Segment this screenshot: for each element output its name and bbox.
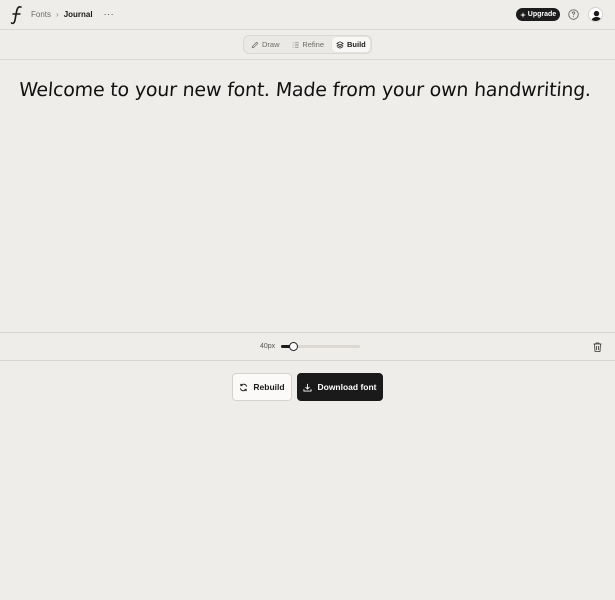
tab-draw-label: Draw: [262, 40, 280, 49]
rebuild-label: Rebuild: [253, 382, 285, 392]
top-bar: Fonts › Journal ··· Upgrade: [0, 0, 615, 30]
download-icon: [303, 383, 313, 392]
breadcrumb-fonts-link[interactable]: Fonts: [31, 10, 51, 19]
layers-icon: [336, 40, 344, 49]
tab-refine-label: Refine: [302, 40, 324, 49]
more-options-icon[interactable]: ···: [104, 9, 115, 19]
tab-refine[interactable]: Refine: [288, 37, 328, 52]
upgrade-label: Upgrade: [527, 11, 557, 18]
font-preview-text[interactable]: Welcome to your new font. Made from your…: [18, 79, 600, 101]
slider-thumb[interactable]: [289, 342, 298, 351]
refresh-icon: [240, 383, 248, 391]
tab-build-label: Build: [347, 40, 366, 49]
font-size-label: 40px: [260, 343, 276, 350]
divider: [0, 59, 615, 60]
rebuild-button[interactable]: Rebuild: [232, 373, 292, 401]
chevron-right-icon: ›: [56, 9, 59, 19]
download-font-label: Download font: [317, 382, 377, 392]
mode-switcher: Draw Refine Build: [243, 35, 372, 54]
font-size-slider[interactable]: [281, 342, 360, 351]
script-f-logo-icon[interactable]: [10, 5, 24, 25]
sparkle-icon: [519, 11, 526, 18]
avatar[interactable]: [588, 7, 603, 22]
help-circle-icon[interactable]: [568, 9, 579, 20]
upgrade-button[interactable]: Upgrade: [516, 8, 560, 21]
download-font-button[interactable]: Download font: [297, 373, 383, 401]
user-icon: [591, 10, 602, 21]
trash-icon[interactable]: [593, 342, 602, 352]
breadcrumb: Fonts › Journal ···: [31, 9, 114, 19]
divider: [0, 332, 615, 333]
tab-build[interactable]: Build: [332, 37, 370, 52]
breadcrumb-current: Journal: [63, 9, 93, 19]
list-icon: [292, 41, 299, 48]
divider: [0, 360, 615, 361]
pencil-icon: [251, 41, 259, 48]
tab-draw[interactable]: Draw: [247, 37, 285, 52]
